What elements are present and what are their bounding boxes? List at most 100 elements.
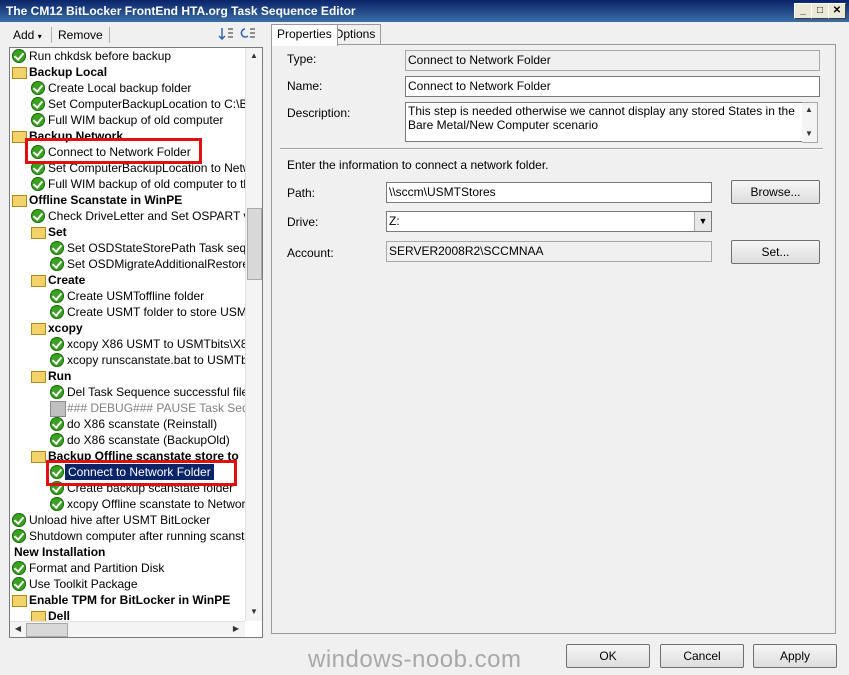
scroll-down-icon[interactable]: ▼ [247,605,261,619]
properties-panel: Type: Connect to Network Folder Name: Co… [271,44,836,634]
move-up-icon[interactable] [218,26,234,42]
set-account-button[interactable]: Set... [731,240,820,264]
section-divider [280,148,823,150]
tree-item-label: New Installation [14,545,106,559]
disabled-step-icon [50,401,66,417]
chevron-down-icon: ▾ [37,32,42,41]
checkmark-icon [50,305,64,319]
checkmark-icon [50,241,64,255]
checkmark-icon [12,577,26,591]
tree-item-label: Del Task Sequence successful file [67,385,245,399]
tree-item-label: Set OSDStateStorePath Task seque [67,241,245,255]
drive-value: Z: [389,214,400,228]
chevron-down-icon[interactable]: ▼ [694,212,711,231]
tree-item-label: Full WIM backup of old computer to the N [48,177,245,191]
checkmark-icon [31,81,45,95]
path-input[interactable]: \\sccm\USMTStores [386,182,712,203]
tree-item-label: Full WIM backup of old computer [48,113,224,127]
folder-icon [31,227,46,239]
add-label: Add [13,28,35,42]
minimize-icon[interactable]: _ [794,3,812,19]
tree-item-label: Check DriveLetter and Set OSPART vari [48,209,245,223]
checkmark-icon [50,289,64,303]
checkmark-icon [50,497,64,511]
checkmark-icon [31,177,45,191]
description-scrollbar[interactable]: ▲ ▼ [802,102,818,143]
window-title: The CM12 BitLocker FrontEnd HTA.org Task… [6,4,356,18]
tree-item-label: Create [48,273,86,287]
toolbar-divider [109,27,110,43]
close-icon[interactable]: ✕ [828,3,846,19]
instructions-text: Enter the information to connect a netwo… [287,158,549,172]
scroll-left-icon[interactable]: ◀ [11,622,25,636]
toolbar-divider [51,27,52,43]
type-field: Connect to Network Folder [405,50,820,71]
tree-item-label: Create Local backup folder [48,81,192,95]
folder-icon [31,611,46,621]
scroll-thumb[interactable] [26,623,68,637]
scroll-up-icon[interactable]: ▲ [802,103,816,117]
tree-item-label: Use Toolkit Package [29,577,138,591]
tree-item-label: Format and Partition Disk [29,561,165,575]
checkmark-icon [50,353,64,367]
description-label: Description: [287,106,351,120]
account-label: Account: [287,246,334,260]
tree-item-label: do X86 scanstate (BackupOld) [67,433,230,447]
description-textarea[interactable]: This step is needed otherwise we cannot … [405,102,804,142]
tree-item-label: xcopy X86 USMT to USMTbits\X86 [67,337,245,351]
watermark-text: windows-noob.com [308,646,522,673]
checkmark-icon [31,209,45,223]
tree-item-label: Backup Local [29,65,108,79]
ok-button[interactable]: OK [566,644,650,668]
drive-select[interactable]: Z: ▼ [386,211,712,232]
tree-item-label: xcopy [48,321,83,335]
account-field: SERVER2008R2\SCCMNAA [386,241,712,262]
tree-item-label: Run [48,369,72,383]
scroll-thumb[interactable] [247,208,262,280]
checkmark-icon [12,513,26,527]
type-label: Type: [287,52,317,66]
folder-icon [31,275,46,287]
tree-item-label: xcopy Offline scanstate to Network [67,497,245,511]
tree-content: Run chkdsk before backup Backup Local Crea… [10,48,245,621]
tree-item-label: Enable TPM for BitLocker in WinPE [29,593,231,607]
tree-item-label: Shutdown computer after running scanstat… [29,529,245,543]
tree-item-label: Run chkdsk before backup [29,49,172,63]
tree-item-label: do X86 scanstate (Reinstall) [67,417,218,431]
scroll-up-icon[interactable]: ▲ [247,49,261,63]
highlight-box [25,138,202,164]
tab-properties[interactable]: Properties [271,24,338,46]
browse-button[interactable]: Browse... [731,180,820,204]
folder-icon [31,451,46,463]
move-down-icon[interactable] [240,26,256,42]
cancel-button[interactable]: Cancel [660,644,744,668]
task-sequence-tree[interactable]: Run chkdsk before backup Backup Local Crea… [9,47,263,638]
checkmark-icon [12,529,26,543]
checkmark-icon [50,417,64,431]
highlight-box [46,460,237,486]
scroll-right-icon[interactable]: ▶ [229,622,243,636]
checkmark-icon [31,97,45,111]
apply-button[interactable]: Apply [753,644,837,668]
checkmark-icon [50,337,64,351]
name-input[interactable]: Connect to Network Folder [405,76,820,97]
tree-item-label: Offline Scanstate in WinPE [29,193,183,207]
folder-icon [12,67,27,79]
add-menu-button[interactable]: Add ▾ [13,26,42,44]
tree-item-label: Dell [48,609,71,621]
checkmark-icon [50,385,64,399]
maximize-icon[interactable]: □ [811,3,829,19]
tree-vertical-scrollbar[interactable]: ▲ ▼ [245,48,262,621]
remove-button[interactable]: Remove [58,26,103,44]
tree-item-label: Create USMToffline folder [67,289,205,303]
tree-horizontal-scrollbar[interactable]: ◀ ▶ [10,621,245,637]
scroll-down-icon[interactable]: ▼ [802,127,816,141]
checkmark-icon [50,433,64,447]
toolbar: Add ▾ Remove [6,24,264,46]
tree-item-label: ### DEBUG### PAUSE Task Sequ [67,401,245,415]
folder-icon [12,195,27,207]
checkmark-icon [50,257,64,271]
folder-icon [31,371,46,383]
folder-icon [12,595,27,607]
tree-item-label: Unload hive after USMT BitLocker [29,513,211,527]
